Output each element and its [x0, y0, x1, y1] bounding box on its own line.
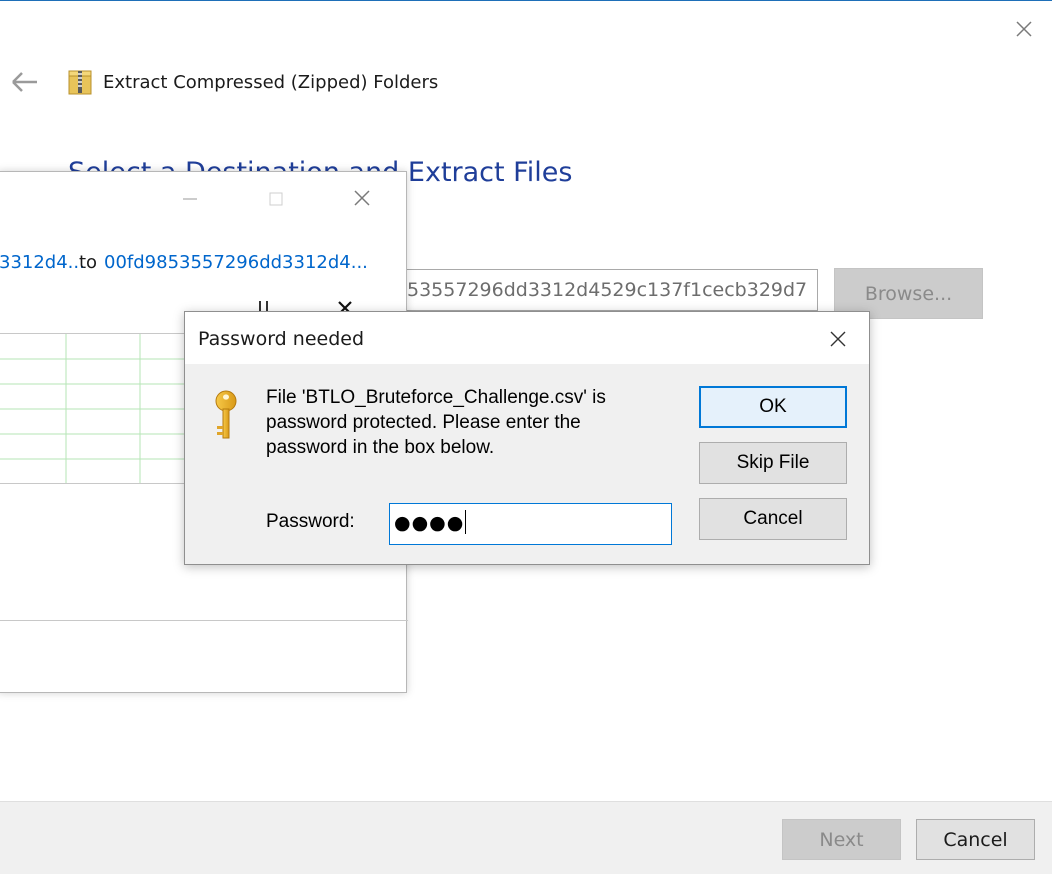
wizard-close-icon[interactable]: [1010, 15, 1038, 43]
ok-button[interactable]: OK: [699, 386, 847, 428]
password-label: Password:: [266, 511, 355, 532]
wizard-title: Extract Compressed (Zipped) Folders: [103, 72, 439, 93]
key-icon: [211, 390, 241, 442]
password-input[interactable]: ●●●●: [389, 503, 672, 545]
dialog-message: File 'BTLO_Bruteforce_Challenge.csv' is …: [266, 387, 606, 458]
progress-divider: [0, 620, 408, 621]
minimize-icon[interactable]: [177, 186, 203, 212]
dialog-close-icon[interactable]: [825, 326, 851, 352]
next-button[interactable]: Next: [782, 819, 901, 860]
source-folder-link[interactable]: 3312d4...: [0, 252, 85, 273]
maximize-icon[interactable]: [263, 186, 289, 212]
wizard-cancel-button[interactable]: Cancel: [916, 819, 1035, 860]
dialog-cancel-button[interactable]: Cancel: [699, 498, 847, 540]
progress-close-icon[interactable]: [348, 184, 376, 212]
skip-file-button[interactable]: Skip File: [699, 442, 847, 484]
destination-path-input[interactable]: 53557296dd3312d4529c137f1cecb329d7: [396, 269, 818, 311]
to-label: to: [79, 252, 98, 273]
text-caret: [465, 510, 467, 534]
destination-folder-link[interactable]: 00fd9853557296dd3312d4...: [104, 252, 368, 273]
password-masked-value: ●●●●: [394, 512, 465, 534]
back-arrow-icon[interactable]: [8, 67, 42, 97]
password-needed-dialog: Password needed File 'BTLO_Bruteforce_Ch…: [184, 311, 870, 565]
zip-folder-icon: [68, 69, 92, 95]
dialog-title: Password needed: [198, 328, 365, 350]
